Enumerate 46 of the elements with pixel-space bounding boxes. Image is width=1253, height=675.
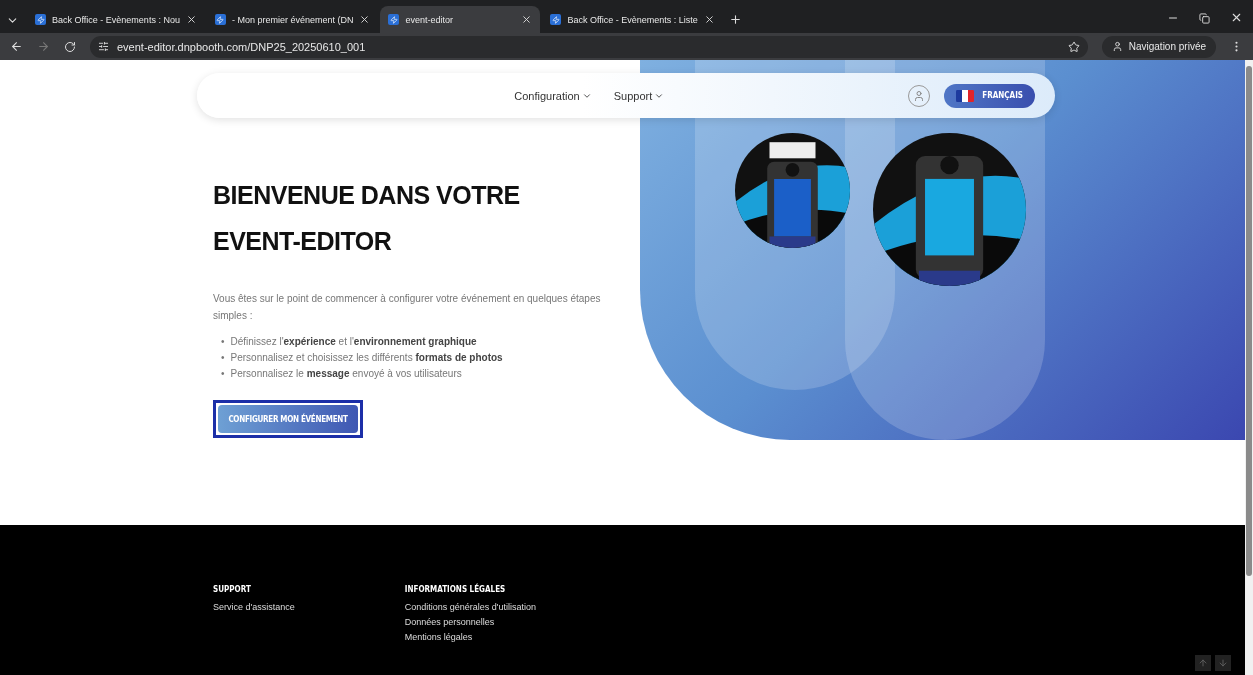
browser-tab[interactable]: - Mon premier événement (DN [206,6,379,33]
browser-tab[interactable]: Back Office - Evènements : Liste [542,6,723,33]
page-heading: BIENVENUE DANS VOTRE EVENT-EDITOR [213,180,521,257]
footer-link[interactable]: Données personnelles [404,617,537,627]
back-icon[interactable] [10,40,23,53]
private-mode-badge[interactable]: Navigation privée [1101,35,1216,58]
scrollbar[interactable] [1245,60,1253,675]
sliders-icon [98,41,109,52]
browser-tab[interactable]: Back Office - Evènements : Nou [27,6,205,33]
footer-heading: SUPPORT [213,585,252,594]
footer-link[interactable]: Conditions générales d'utilisation [404,602,537,612]
close-icon[interactable] [521,14,533,25]
browser-tab[interactable]: event-editor [380,6,541,33]
forward-icon[interactable] [37,40,50,53]
close-icon[interactable] [1230,11,1243,24]
lightning-icon [35,14,46,25]
language-button[interactable]: FRANÇAIS [944,83,1035,108]
lightning-icon [550,14,562,25]
bullet-mark: • [221,367,225,381]
intro-text: Vous êtes sur le point de commencer à configurer votre événement en quelques étapes simples : [213,292,602,323]
plus-icon[interactable] [728,13,742,26]
reload-icon[interactable] [64,40,76,53]
footer-link[interactable]: Mentions légales [404,632,537,642]
step-item: Définissez l'expérience et l'environnement graphique [230,335,477,349]
nav-menu[interactable]: Support [613,89,665,102]
arrow-down-icon [1218,658,1228,668]
star-icon[interactable] [1067,40,1080,53]
restore-icon[interactable] [1199,13,1210,24]
footer-heading: INFORMATIONS LÉGALES [404,585,507,594]
close-icon[interactable] [703,14,715,25]
step-item: Personnalisez et choisissez les différents formats de photos [230,351,503,365]
address-bar[interactable]: event-editor.dnpbooth.com/DNP25_20250610_001 [90,35,1088,58]
lightning-icon [388,14,400,25]
lightning-icon [214,14,226,25]
nav-menu[interactable]: Configuration [514,89,592,102]
bullet-mark: • [221,335,225,349]
configure-button[interactable]: CONFIGURER MON ÉVÉNEMENT [218,405,358,433]
flag-icon [956,88,975,103]
close-icon[interactable] [359,14,371,25]
arrow-up-icon [1198,658,1208,668]
url-text: event-editor.dnpbooth.com/DNP25_20250610_001 [117,40,366,53]
bullet-mark: • [221,351,225,365]
close-icon[interactable] [185,14,197,25]
footer-link[interactable]: Service d'assistance [213,602,295,612]
incognito-icon [1111,41,1123,52]
step-item: Personnalisez le message envoyé à vos utilisateurs [230,367,462,381]
